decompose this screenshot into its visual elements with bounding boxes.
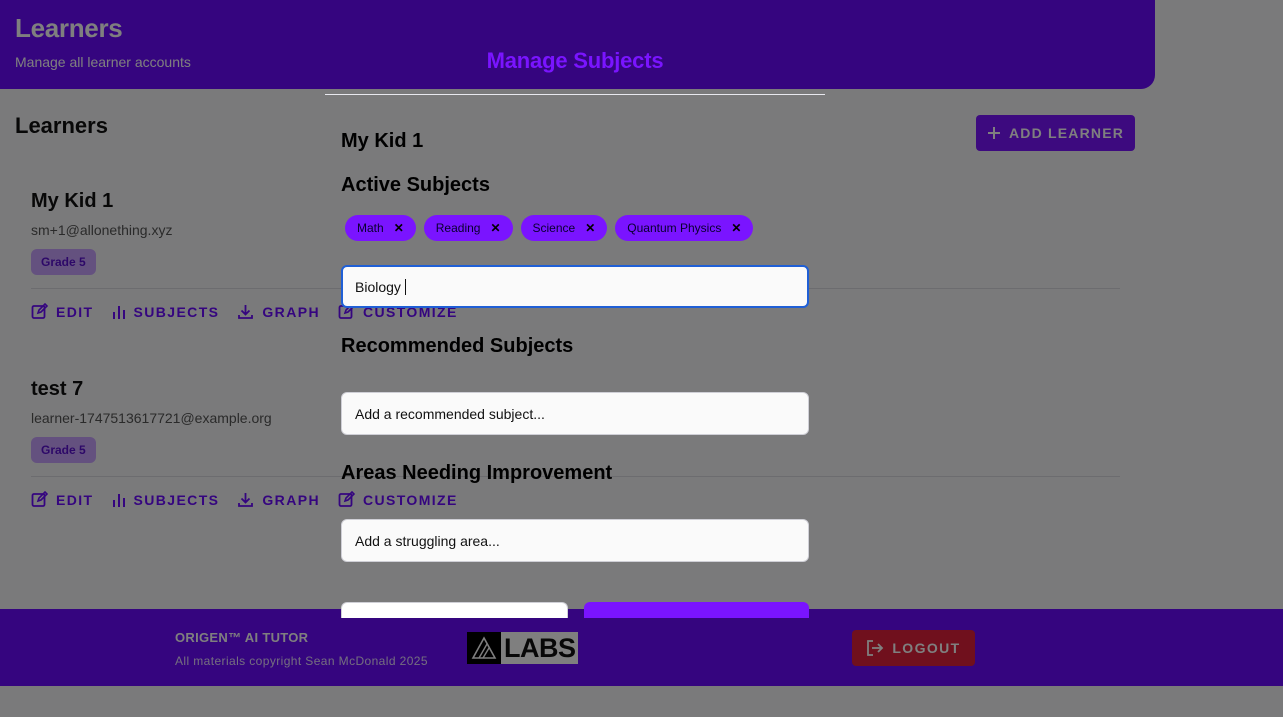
modal-learner-name: My Kid 1: [341, 130, 424, 152]
subject-chip: Reading ✕: [423, 215, 513, 241]
subject-chip: Quantum Physics ✕: [615, 215, 754, 241]
active-subjects-list: Math ✕ Reading ✕ Science ✕ Quantum Physi…: [345, 215, 754, 241]
struggling-area-placeholder: Add a struggling area...: [355, 532, 500, 549]
save-button[interactable]: [584, 602, 809, 618]
remove-subject-icon[interactable]: ✕: [490, 221, 500, 235]
subject-chip-label: Science: [532, 221, 576, 235]
modal-title-divider: [325, 94, 825, 95]
active-subjects-heading: Active Subjects: [341, 174, 490, 196]
recommended-subject-input[interactable]: Add a recommended subject...: [341, 392, 809, 435]
struggling-area-input[interactable]: Add a struggling area...: [341, 519, 809, 562]
add-subject-input-value: Biology: [355, 278, 401, 295]
recommended-subjects-heading: Recommended Subjects: [341, 335, 574, 357]
remove-subject-icon[interactable]: ✕: [731, 221, 741, 235]
text-cursor: [404, 278, 406, 295]
subject-chip-label: Reading: [435, 221, 481, 235]
areas-improvement-heading: Areas Needing Improvement: [341, 462, 613, 484]
subject-chip: Math ✕: [345, 215, 416, 241]
add-subject-input[interactable]: Biology: [341, 265, 809, 308]
remove-subject-icon[interactable]: ✕: [394, 221, 404, 235]
subject-chip: Science ✕: [520, 215, 608, 241]
remove-subject-icon[interactable]: ✕: [585, 221, 595, 235]
subject-chip-label: Quantum Physics: [627, 221, 722, 235]
cancel-button[interactable]: [341, 602, 568, 618]
recommended-subject-placeholder: Add a recommended subject...: [355, 405, 545, 422]
modal-title: Manage Subjects: [486, 48, 664, 73]
subject-chip-label: Math: [357, 221, 384, 235]
